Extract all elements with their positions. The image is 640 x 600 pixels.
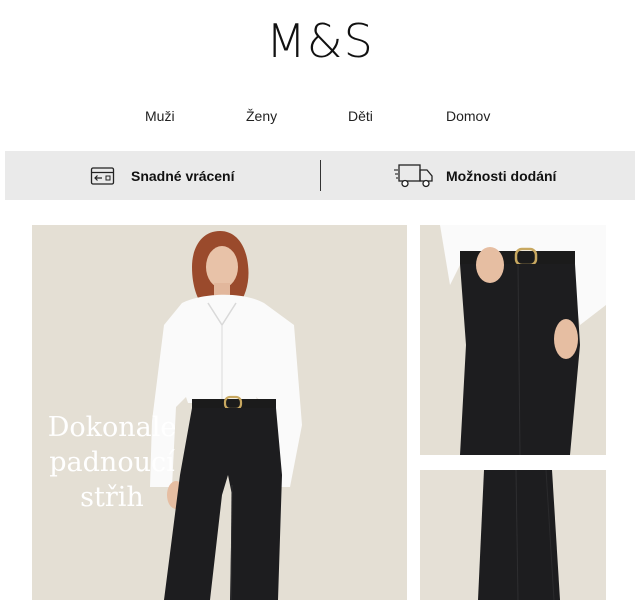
nav-item-women[interactable]: Ženy — [246, 108, 277, 124]
main-nav: Muži Ženy Děti Domov — [0, 108, 640, 128]
hero-caption-line: padnoucí — [49, 447, 175, 478]
hero-caption: Dokonale padnoucí střih — [32, 410, 192, 515]
product-image-jeans-waist[interactable] — [420, 225, 606, 455]
product-image-jeans-legs[interactable] — [420, 470, 606, 600]
brand-logo[interactable]: M&S — [0, 14, 640, 68]
delivery-truck-icon — [394, 163, 433, 187]
hero-caption-line: Dokonale — [47, 412, 177, 443]
jeans-legs-photo — [420, 470, 606, 600]
return-box-icon — [90, 166, 115, 185]
nav-item-men[interactable]: Muži — [145, 108, 175, 124]
delivery-options-label: Možnosti dodání — [446, 167, 557, 184]
service-divider — [320, 160, 321, 191]
nav-item-kids[interactable]: Děti — [348, 108, 373, 124]
hero-image[interactable]: Dokonale padnoucí střih — [32, 225, 407, 600]
hero-caption-line: střih — [80, 482, 144, 513]
easy-returns-label: Snadné vrácení — [131, 167, 235, 184]
jeans-waist-photo — [420, 225, 606, 455]
service-bar: Snadné vrácení Možnosti dodání — [5, 151, 635, 200]
delivery-options-link[interactable]: Možnosti dodání — [394, 151, 556, 200]
easy-returns-link[interactable]: Snadné vrácení — [90, 151, 235, 200]
nav-item-home[interactable]: Domov — [446, 108, 490, 124]
